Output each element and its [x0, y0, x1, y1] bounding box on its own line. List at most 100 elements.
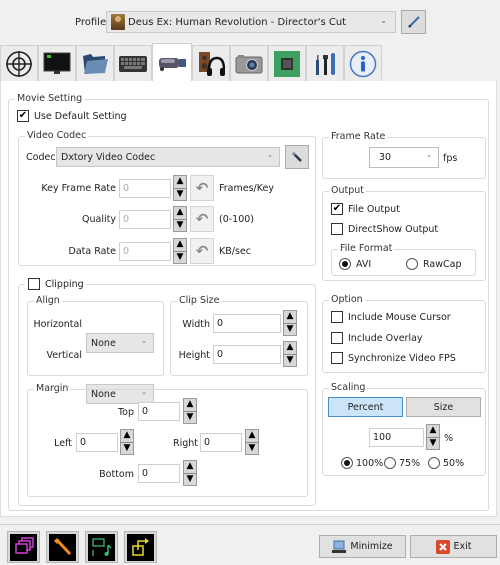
codec-config-button[interactable]	[285, 145, 309, 169]
spin-up-icon[interactable]: ▲	[184, 399, 196, 412]
include-mouse-cursor-checkbox[interactable]: Include Mouse Cursor	[331, 311, 451, 323]
spin-down-icon[interactable]: ▼	[284, 355, 296, 367]
data-rate-input[interactable]: 0	[119, 242, 171, 261]
tab-movie[interactable]	[152, 43, 192, 81]
include-overlay-checkbox[interactable]: Include Overlay	[331, 332, 423, 344]
margin-bottom-input[interactable]: 0	[138, 464, 180, 483]
export-button[interactable]	[124, 531, 157, 563]
data-rate-reset-button[interactable]: ↶	[190, 238, 214, 264]
margin-right-spinner[interactable]: ▲ ▼	[245, 429, 259, 455]
key-frame-rate-spinner[interactable]: ▲ ▼	[173, 175, 187, 201]
codec-select[interactable]: Dxtory Video Codec ⌄	[56, 147, 280, 167]
sync-video-fps-checkbox[interactable]: Synchronize Video FPS	[331, 352, 456, 364]
clip-width-input[interactable]: 0	[213, 314, 281, 333]
scaling-size-button[interactable]: Size	[406, 397, 481, 417]
tab-audio[interactable]	[192, 45, 230, 81]
clip-width-spinner[interactable]: ▲ ▼	[283, 310, 297, 336]
tab-overlay[interactable]	[38, 45, 76, 81]
codec-value: Dxtory Video Codec	[61, 151, 156, 163]
spin-down-icon[interactable]: ▼	[184, 474, 196, 486]
avi-radio-dot[interactable]	[339, 258, 351, 270]
file-output-checkbox[interactable]: File Output	[331, 203, 400, 215]
file-output-check[interactable]	[331, 203, 343, 215]
spin-down-icon[interactable]: ▼	[174, 252, 186, 264]
wrench-pen-icon	[292, 152, 302, 162]
margin-top-spinner[interactable]: ▲ ▼	[183, 398, 197, 424]
minimize-button[interactable]: Minimize	[319, 535, 406, 558]
spin-down-icon[interactable]: ▼	[184, 412, 196, 424]
spin-up-icon[interactable]: ▲	[121, 430, 133, 443]
spin-up-icon[interactable]: ▲	[184, 461, 196, 474]
spin-up-icon[interactable]: ▲	[427, 425, 439, 438]
screen-audio-button[interactable]	[85, 531, 118, 563]
spin-up-icon[interactable]: ▲	[284, 342, 296, 355]
horizontal-align-select[interactable]: None ⌄	[86, 333, 154, 353]
sync-video-fps-check[interactable]	[331, 352, 343, 364]
use-default-check[interactable]	[17, 110, 29, 122]
scale-75-radio[interactable]: 75%	[384, 457, 420, 469]
key-frame-rate-reset-button[interactable]: ↶	[190, 175, 214, 201]
exit-button[interactable]: Exit	[410, 535, 497, 558]
clip-height-spinner[interactable]: ▲ ▼	[283, 341, 297, 367]
spin-up-icon[interactable]: ▲	[174, 239, 186, 252]
format-avi-radio[interactable]: AVI	[339, 258, 371, 270]
scale-50-radio[interactable]: 50%	[428, 457, 464, 469]
quality-spinner[interactable]: ▲ ▼	[173, 206, 187, 232]
rawcap-radio-dot[interactable]	[406, 258, 418, 270]
spin-down-icon[interactable]: ▼	[121, 443, 133, 455]
tab-capture-target[interactable]	[0, 45, 38, 81]
scale-75-dot[interactable]	[384, 457, 396, 469]
margin-bottom-spinner[interactable]: ▲ ▼	[183, 460, 197, 486]
spin-down-icon[interactable]: ▼	[174, 220, 186, 232]
margin-title: Margin	[34, 383, 71, 394]
tab-advanced[interactable]	[268, 45, 306, 81]
scale-50-dot[interactable]	[428, 457, 440, 469]
spin-down-icon[interactable]: ▼	[246, 443, 258, 455]
scale-100-dot[interactable]	[341, 457, 353, 469]
tab-info[interactable]	[344, 45, 382, 81]
tab-hotkey[interactable]	[114, 45, 152, 81]
spin-down-icon[interactable]: ▼	[174, 189, 186, 201]
clipping-check[interactable]	[28, 278, 40, 290]
margin-right-input[interactable]: 0	[200, 433, 242, 452]
spin-down-icon[interactable]: ▼	[284, 324, 296, 336]
margin-left-spinner[interactable]: ▲ ▼	[120, 429, 134, 455]
profile-select[interactable]: Deus Ex: Human Revolution - Director's C…	[106, 11, 396, 33]
frame-rate-select[interactable]: 30 ⌄	[369, 147, 439, 168]
tab-folder[interactable]	[76, 45, 114, 81]
key-frame-rate-input[interactable]: 0	[119, 179, 171, 198]
scale-100-radio[interactable]: 100%	[341, 457, 383, 469]
include-overlay-check[interactable]	[331, 332, 343, 344]
spin-up-icon[interactable]: ▲	[174, 176, 186, 189]
settings-wrench-button[interactable]	[46, 531, 79, 563]
tab-tools[interactable]	[306, 45, 344, 81]
quality-reset-button[interactable]: ↶	[190, 206, 214, 232]
clipping-checkbox[interactable]: Clipping	[25, 278, 87, 290]
include-mouse-cursor-check[interactable]	[331, 311, 343, 323]
directshow-output-label: DirectShow Output	[348, 223, 439, 235]
directshow-output-check[interactable]	[331, 223, 343, 235]
scaling-spinner[interactable]: ▲ ▼	[426, 424, 440, 450]
tab-screenshot[interactable]	[230, 45, 268, 81]
use-default-setting-checkbox[interactable]: Use Default Setting	[17, 110, 127, 122]
spin-up-icon[interactable]: ▲	[246, 430, 258, 443]
file-format-title: File Format	[338, 243, 395, 254]
scaling-unit: %	[444, 433, 454, 444]
frame-rate-value: 30	[379, 152, 392, 163]
spin-up-icon[interactable]: ▲	[174, 207, 186, 220]
exit-label: Exit	[453, 541, 472, 552]
windows-stack-button[interactable]	[7, 531, 40, 563]
quality-input[interactable]: 0	[119, 210, 171, 229]
edit-profile-button[interactable]	[401, 10, 426, 34]
directshow-output-checkbox[interactable]: DirectShow Output	[331, 223, 438, 235]
margin-top-input[interactable]: 0	[138, 402, 180, 421]
margin-left-input[interactable]: 0	[76, 433, 118, 452]
spin-up-icon[interactable]: ▲	[284, 311, 296, 324]
clip-height-input[interactable]: 0	[213, 345, 281, 364]
right-label: Right	[172, 438, 198, 449]
scaling-percent-button[interactable]: Percent	[328, 397, 403, 417]
format-rawcap-radio[interactable]: RawCap	[406, 258, 461, 270]
scaling-value-input[interactable]: 100	[369, 428, 424, 447]
spin-down-icon[interactable]: ▼	[427, 438, 439, 450]
data-rate-spinner[interactable]: ▲ ▼	[173, 238, 187, 264]
